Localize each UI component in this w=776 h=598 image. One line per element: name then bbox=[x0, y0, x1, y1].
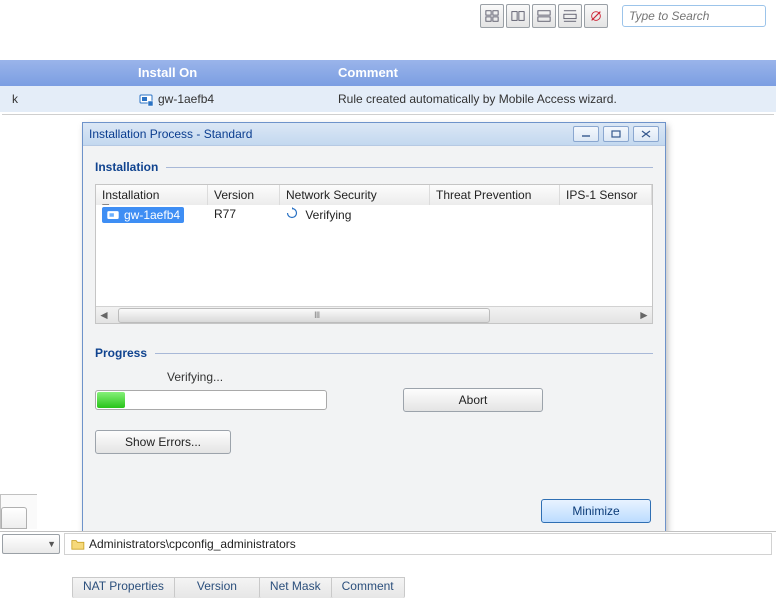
group-installation-label: Installation bbox=[95, 160, 158, 174]
toolbar-btn-2[interactable] bbox=[506, 4, 530, 28]
grid-header-install-on[interactable]: Install On bbox=[126, 60, 326, 86]
search-box[interactable] bbox=[622, 5, 766, 27]
gateway-icon bbox=[138, 91, 154, 107]
install-table-head: Installation Targets Version Network Sec… bbox=[96, 185, 652, 205]
grid-cell-install-on[interactable]: gw-1aefb4 bbox=[126, 86, 326, 112]
install-dialog: Installation Process - Standard Installa… bbox=[82, 122, 666, 536]
col-netsec[interactable]: Network Security bbox=[280, 185, 430, 205]
col-threat[interactable]: Threat Prevention bbox=[430, 185, 560, 205]
grid-cell-comment[interactable]: Rule created automatically by Mobile Acc… bbox=[326, 86, 776, 112]
group-progress: Progress bbox=[95, 346, 653, 360]
search-input[interactable] bbox=[627, 8, 776, 24]
chevron-down-icon: ▼ bbox=[47, 539, 56, 549]
rules-grid-header: Install On Comment bbox=[0, 60, 776, 86]
progress-bar-fill bbox=[97, 392, 125, 408]
footer-tab-version[interactable]: Version bbox=[174, 577, 260, 598]
grid-divider bbox=[2, 114, 774, 115]
progress-status-text: Verifying... bbox=[167, 370, 653, 384]
install-targets-table: Installation Targets Version Network Sec… bbox=[95, 184, 653, 324]
footer-tab-nat[interactable]: NAT Properties bbox=[72, 577, 175, 598]
folder-icon bbox=[71, 538, 85, 550]
grid-cell-blank: k bbox=[0, 86, 126, 112]
toolbar-btn-1[interactable] bbox=[480, 4, 504, 28]
cell-ips bbox=[560, 205, 652, 225]
cell-threat bbox=[430, 205, 560, 225]
window-maximize-button[interactable] bbox=[603, 126, 629, 142]
cell-target-text: gw-1aefb4 bbox=[124, 208, 180, 222]
show-errors-button[interactable]: Show Errors... bbox=[95, 430, 231, 454]
address-bar[interactable]: Administrators\cpconfig_administrators bbox=[64, 533, 772, 555]
address-path: Administrators\cpconfig_administrators bbox=[89, 537, 296, 551]
footer-tabs: NAT Properties Version Net Mask Comment bbox=[72, 578, 772, 598]
progress-bar bbox=[95, 390, 327, 410]
cell-target[interactable]: gw-1aefb4 bbox=[96, 205, 208, 225]
cell-netsec-text: Verifying bbox=[305, 208, 351, 222]
group-installation: Installation bbox=[95, 160, 653, 174]
install-table-hscrollbar[interactable]: ◄ Ⅲ ► bbox=[96, 306, 652, 323]
scroll-tick-icon: Ⅲ bbox=[314, 310, 320, 321]
dialog-titlebar[interactable]: Installation Process - Standard bbox=[83, 123, 665, 146]
abort-button[interactable]: Abort bbox=[403, 388, 543, 412]
minimize-button[interactable]: Minimize bbox=[541, 499, 651, 523]
window-minimize-button[interactable] bbox=[573, 126, 599, 142]
scroll-left-arrow[interactable]: ◄ bbox=[96, 307, 112, 323]
footer-tab-comment[interactable]: Comment bbox=[331, 577, 405, 598]
col-version[interactable]: Version bbox=[208, 185, 280, 205]
address-combo[interactable]: ▼ bbox=[2, 534, 60, 554]
cell-netsec: Verifying bbox=[280, 205, 430, 225]
scroll-thumb[interactable] bbox=[118, 308, 490, 323]
footer-tab-netmask[interactable]: Net Mask bbox=[259, 577, 332, 598]
address-row: ▼ Administrators\cpconfig_administrators bbox=[0, 532, 776, 556]
toolbar-btn-3[interactable] bbox=[532, 4, 556, 28]
scroll-right-arrow[interactable]: ► bbox=[636, 307, 652, 323]
grid-header-blank bbox=[0, 60, 126, 86]
top-toolbar bbox=[0, 0, 776, 32]
gateway-icon bbox=[106, 208, 120, 222]
dialog-title: Installation Process - Standard bbox=[89, 127, 569, 141]
grid-header-comment[interactable]: Comment bbox=[326, 60, 776, 86]
install-table-row[interactable]: gw-1aefb4 R77 Verifying bbox=[96, 205, 652, 225]
cell-version: R77 bbox=[208, 205, 280, 225]
toolbar-btn-4[interactable] bbox=[558, 4, 582, 28]
spinner-icon bbox=[286, 207, 298, 219]
grid-cell-install-on-text: gw-1aefb4 bbox=[158, 92, 214, 106]
left-tab-active[interactable] bbox=[1, 507, 27, 529]
col-ips[interactable]: IPS-1 Sensor bbox=[560, 185, 652, 205]
rules-grid-row[interactable]: k gw-1aefb4 Rule created automatically b… bbox=[0, 86, 776, 112]
window-close-button[interactable] bbox=[633, 126, 659, 142]
col-targets[interactable]: Installation Targets bbox=[96, 185, 208, 205]
group-progress-label: Progress bbox=[95, 346, 147, 360]
toolbar-btn-clear[interactable] bbox=[584, 4, 608, 28]
